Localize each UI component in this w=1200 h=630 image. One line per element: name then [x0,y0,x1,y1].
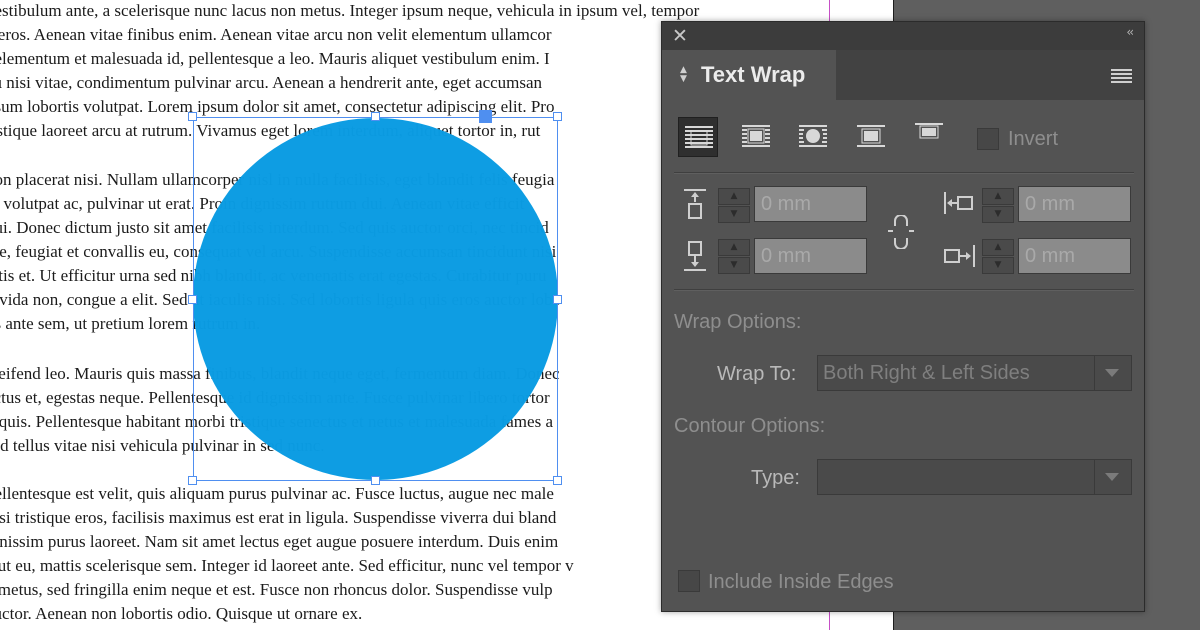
decrement-button[interactable]: ▼ [718,206,750,223]
panel-menu-icon[interactable] [1111,69,1132,83]
left-offset-field[interactable]: 0 mm [1018,186,1131,222]
text-line: e eros. Aenean vitae finibus enim. Aenea… [0,25,552,44]
text-line: nisi tristique eros, facilisis maximus e… [0,508,557,527]
bottom-offset-icon [684,241,706,271]
expand-arrows-icon[interactable]: ▲ ▼ [680,66,687,84]
circle-shape[interactable] [193,118,558,480]
wrap-object-shape-icon [799,125,827,147]
decrement-button[interactable]: ▼ [982,257,1014,274]
collapse-icon[interactable]: ‹‹ [1126,25,1133,39]
top-offset-stepper[interactable]: ▲ ▼ [718,188,750,224]
jump-object-icon [857,125,885,147]
dropdown-separator [1094,356,1095,390]
wrap-to-value: Both Right & Left Sides [823,362,1030,384]
wrap-bounding-box-button[interactable] [736,117,776,157]
chevron-down-icon [1105,473,1119,481]
increment-button[interactable]: ▲ [982,239,1014,256]
type-label: Type: [751,467,800,489]
text-line: eu nisi vitae, condimentum pulvinar arcu… [0,73,543,92]
text-line: psum lobortis volutpat. Lorem ipsum dolo… [0,97,555,116]
invert-checkbox[interactable] [977,128,999,150]
jump-to-next-column-icon [915,123,943,139]
bottom-offset-field[interactable]: 0 mm [754,238,867,274]
contour-type-dropdown[interactable] [817,459,1132,495]
text-line: auctor. Aenean non lobortis odio. Quisqu… [0,604,363,623]
divider [674,173,1134,174]
wrap-object-shape-button[interactable] [793,117,833,157]
invert-label: Invert [1008,128,1059,150]
text-line: vestibulum ante, a scelerisque nunc lacu… [0,1,700,20]
jump-object-button[interactable] [851,117,891,157]
text-line: , elementum et malesuada id, pellentesqu… [0,49,550,68]
chevron-down-icon [1105,369,1119,377]
resize-handle-right[interactable] [553,295,562,304]
increment-button[interactable]: ▲ [718,188,750,205]
text-line: a ut eu, mattis scelerisque sem. Integer… [0,556,574,575]
resize-handle-left[interactable] [188,295,197,304]
wrap-to-label: Wrap To: [717,363,797,385]
left-offset-stepper[interactable]: ▲ ▼ [982,188,1014,224]
resize-handle-top-left[interactable] [188,112,197,121]
decrement-button[interactable]: ▼ [718,257,750,274]
resize-handle-bottom[interactable] [371,476,380,485]
left-offset-icon [944,192,973,214]
panel-title-bar[interactable]: ✕ ‹‹ [662,22,1144,50]
no-wrap-icon [685,126,713,148]
right-offset-field[interactable]: 0 mm [1018,238,1131,274]
no-text-wrap-button[interactable] [678,117,718,157]
resize-handle-bottom-left[interactable] [188,476,197,485]
dropdown-separator [1094,460,1095,494]
wrap-bounding-box-icon [742,125,770,147]
right-offset-stepper[interactable]: ▲ ▼ [982,239,1014,275]
right-offset-icon [944,245,975,267]
text-line: ignissim purus laoreet. Nam sit amet lec… [0,532,559,551]
tab-text-wrap[interactable]: ▲ ▼ Text Wrap [662,50,836,100]
decrement-button[interactable]: ▼ [982,206,1014,223]
panel-title: Text Wrap [701,62,806,87]
include-inside-edges-checkbox[interactable] [678,570,700,592]
resize-handle-top-right[interactable] [553,112,562,121]
increment-button[interactable]: ▲ [718,239,750,256]
top-offset-field[interactable]: 0 mm [754,186,867,222]
text-line: a metus, sed fringilla enim neque et est… [0,580,553,599]
divider [674,290,1134,291]
bottom-offset-stepper[interactable]: ▲ ▼ [718,239,750,275]
wrap-to-dropdown[interactable]: Both Right & Left Sides [817,355,1132,391]
wrap-options-heading: Wrap Options: [674,311,802,333]
contour-options-heading: Contour Options: [674,415,826,437]
resize-handle-bottom-right[interactable] [553,476,562,485]
close-icon[interactable]: ✕ [672,24,692,48]
jump-to-next-column-button[interactable] [909,117,949,157]
top-offset-icon [684,189,706,219]
increment-button[interactable]: ▲ [982,188,1014,205]
make-all-settings-same-icon[interactable] [886,215,916,249]
resize-handle-top[interactable] [371,112,380,121]
panel-tab-strip: ▲ ▼ Text Wrap [662,50,1144,100]
include-inside-edges-label: Include Inside Edges [708,571,894,593]
content-grabber-handle[interactable] [479,110,492,123]
text-wrap-panel: ✕ ‹‹ ▲ ▼ Text Wrap Invert ▲ ▼ 0 mm ▲ ▼ 0… [661,21,1145,612]
text-line: pellentesque est velit, quis aliquam pur… [0,484,554,503]
